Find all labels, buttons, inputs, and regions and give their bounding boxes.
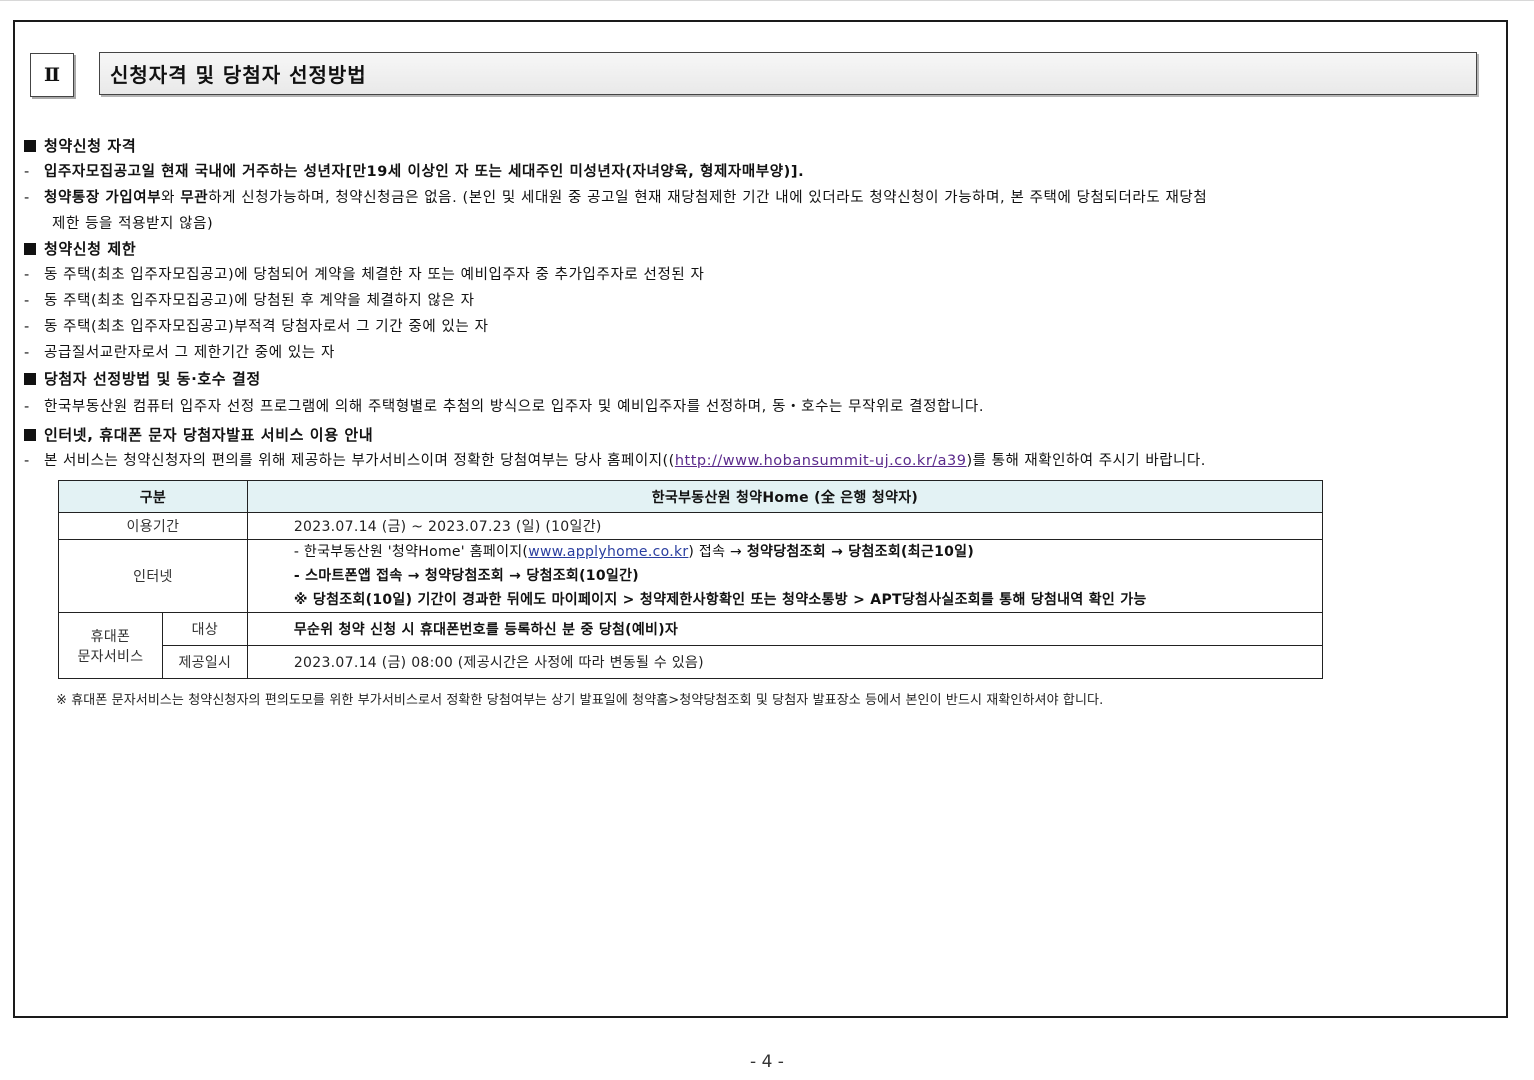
square-bullet-icon — [24, 373, 36, 385]
header-category: 구분 — [58, 480, 248, 513]
service-table: 구분 한국부동산원 청약Home (全 은행 청약자) 이용기간 2023.07… — [58, 480, 1324, 679]
qualification-item-2: - 청약통장 가입여부와 무관하게 신청가능하며, 청약신청금은 없음. (본인 … — [24, 190, 1208, 206]
table-row: 휴대폰 문자서비스 대상 무순위 청약 신청 시 휴대폰번호를 등록하신 분 중… — [58, 612, 1324, 679]
target-label: 대상 — [161, 612, 248, 646]
table-row: 제공일시 2023.07.14 (금) 08:00 (제공시간은 사정에 따라 … — [59, 645, 1324, 679]
page-number: - 4 - — [750, 1052, 784, 1072]
header-service: 한국부동산원 청약Home (全 은행 청약자) — [246, 480, 1324, 513]
restriction-heading: 청약신청 제한 — [24, 239, 136, 259]
selection-item: - 한국부동산원 컴퓨터 입주자 선정 프로그램에 의해 주택형별로 추첨의 방식… — [24, 399, 985, 415]
internet-value: - 한국부동산원 '청약Home' 홈페이지(www.applyhome.co.… — [246, 539, 1324, 613]
time-label: 제공일시 — [161, 645, 248, 679]
restriction-item: -동 주택(최초 입주자모집공고)에 당첨된 후 계약을 체결하지 않은 자 — [24, 293, 475, 309]
table-header-row: 구분 한국부동산원 청약Home (全 은행 청약자) — [58, 480, 1324, 513]
section-title: 신청자격 및 당첨자 선정방법 — [99, 52, 1477, 95]
notice-item: -본 서비스는 청약신청자의 편의를 위해 제공하는 부가서비스이며 정확한 당… — [24, 453, 1206, 469]
target-value: 무순위 청약 신청 시 휴대폰번호를 등록하신 분 중 당첨(예비)자 — [246, 612, 1324, 646]
qualification-heading: 청약신청 자격 — [24, 136, 136, 156]
square-bullet-icon — [24, 243, 36, 255]
time-value: 2023.07.14 (금) 08:00 (제공시간은 사정에 따라 변동될 수… — [246, 645, 1324, 679]
internet-label: 인터넷 — [58, 539, 248, 613]
restriction-item: - 공급질서교란자로서 그 제한기간 중에 있는 자 — [24, 345, 335, 361]
sms-label: 휴대폰 문자서비스 — [58, 612, 163, 679]
qualification-item-2-continued: 제한 등을 적용받지 않음) — [52, 216, 214, 232]
square-bullet-icon — [24, 140, 36, 152]
selection-heading: 당첨자 선정방법 및 동·호수 결정 — [24, 369, 261, 389]
applyhome-link[interactable]: www.applyhome.co.kr — [528, 544, 688, 560]
internet-line-3: ※ 당첨조회(10일) 기간이 경과한 뒤에도 마이페이지 > 청약제한사항확인… — [293, 592, 1147, 608]
table-row: 이용기간 2023.07.14 (금) ~ 2023.07.23 (일) (10… — [58, 512, 1324, 540]
internet-line-2: - 스마트폰앱 접속 → 청약당첨조회 → 당첨조회(10일간) — [293, 568, 639, 584]
table-row: 인터넷 - 한국부동산원 '청약Home' 홈페이지(www.applyhome… — [58, 539, 1324, 613]
restriction-item: -동 주택(최초 입주자모집공고)에 당첨되어 계약을 체결한 자 또는 예비입… — [24, 267, 705, 283]
top-divider — [0, 0, 1534, 1]
square-bullet-icon — [24, 429, 36, 441]
restriction-item: -동 주택(최초 입주자모집공고)부적격 당첨자로서 그 기간 중에 있는 자 — [24, 319, 489, 335]
internet-line-1: - 한국부동산원 '청약Home' 홈페이지(www.applyhome.co.… — [293, 544, 975, 560]
notice-heading: 인터넷, 휴대폰 문자 당첨자발표 서비스 이용 안내 — [24, 425, 373, 445]
qualification-item-1: - 입주자모집공고일 현재 국내에 거주하는 성년자[만19세 이상인 자 또는 … — [24, 164, 805, 180]
section-number: Ⅱ — [30, 53, 74, 97]
footnote: ※ 휴대폰 문자서비스는 청약신청자의 편의도모를 위한 부가서비스로서 정확한… — [56, 693, 1104, 708]
homepage-link[interactable]: http://www.hobansummit-uj.co.kr/a39 — [675, 453, 967, 469]
period-label: 이용기간 — [58, 512, 248, 540]
period-value: 2023.07.14 (금) ~ 2023.07.23 (일) (10일간) — [246, 512, 1324, 540]
